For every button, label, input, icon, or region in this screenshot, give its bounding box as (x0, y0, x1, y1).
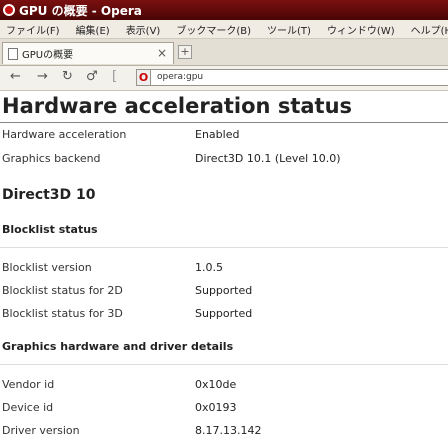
device-id-value: 0x0193 (195, 401, 237, 414)
section-direct3d: Direct3D 10 (2, 187, 96, 203)
opera-badge-icon[interactable]: O (136, 69, 150, 86)
blocklist-version-label: Blocklist version (2, 261, 92, 274)
page-icon (8, 47, 18, 60)
blocklist-2d-label: Blocklist status for 2D (2, 284, 123, 297)
blocklist-divider (0, 247, 448, 248)
title-divider (0, 122, 448, 123)
address-text: opera:gpu (157, 72, 204, 82)
page-title: Hardware acceleration status (2, 94, 353, 118)
hw-accel-value: Enabled (195, 128, 240, 141)
blocklist-3d-value: Supported (195, 307, 253, 320)
back-arrow-icon[interactable]: ← (10, 69, 21, 84)
section-blocklist: Blocklist status (2, 223, 98, 236)
close-tab-icon[interactable]: × (157, 46, 167, 60)
menu-view[interactable]: 表示(V) (126, 22, 161, 37)
section-hw-driver: Graphics hardware and driver details (2, 340, 234, 353)
new-tab-button[interactable]: + (178, 45, 192, 59)
hw-accel-label: Hardware acceleration (2, 128, 127, 141)
menu-edit[interactable]: 編集(E) (76, 22, 110, 37)
menu-bar: ファイル(F) 編集(E) 表示(V) ブックマーク(B) ツール(T) ウィン… (0, 20, 448, 39)
navigation-bar: ← → ↻ ♂ [ O opera:gpu (0, 66, 448, 91)
tab-gpu[interactable]: GPUの概要 × (2, 42, 174, 64)
menu-file[interactable]: ファイル(F) (6, 22, 60, 37)
blocklist-version-value: 1.0.5 (195, 261, 223, 274)
menu-window[interactable]: ウィンドウ(W) (327, 22, 395, 37)
graphics-backend-label: Graphics backend (2, 152, 101, 165)
address-field[interactable]: opera:gpu (150, 69, 448, 86)
reload-icon[interactable]: ↻ (62, 69, 73, 84)
driver-version-label: Driver version (2, 424, 80, 437)
blocklist-3d-label: Blocklist status for 3D (2, 307, 123, 320)
forward-arrow-icon[interactable]: → (37, 69, 48, 84)
menu-bookmarks[interactable]: ブックマーク(B) (176, 22, 251, 37)
vendor-id-value: 0x10de (195, 378, 237, 391)
device-id-label: Device id (2, 401, 54, 414)
graphics-backend-value: Direct3D 10.1 (Level 10.0) (195, 152, 341, 165)
title-bar: GPU の概要 - Opera (0, 0, 448, 20)
window-title: GPU の概要 - Opera (19, 3, 142, 18)
driver-version-value: 8.17.13.142 (195, 424, 262, 437)
vendor-id-label: Vendor id (2, 378, 55, 391)
hw-divider (0, 364, 448, 365)
menu-tools[interactable]: ツール(T) (267, 22, 311, 37)
key-icon[interactable]: ♂ (86, 69, 98, 84)
menu-help[interactable]: ヘルプ(H) (411, 22, 448, 37)
separator-icon: [ (112, 69, 118, 84)
tab-bar: GPUの概要 × + (0, 39, 448, 66)
blocklist-2d-value: Supported (195, 284, 253, 297)
opera-logo-icon (3, 4, 15, 16)
tab-title: GPUの概要 (22, 50, 74, 61)
